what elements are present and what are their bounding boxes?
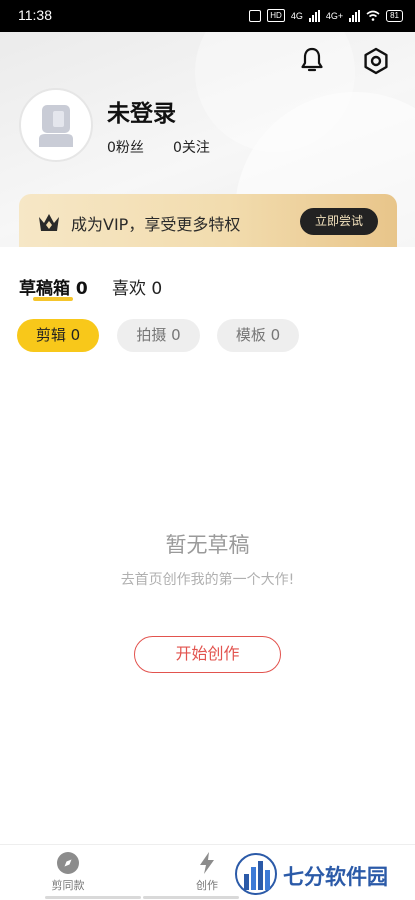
- avatar[interactable]: [19, 88, 93, 162]
- status-icons: HD 4G 4G+ 81: [249, 9, 403, 22]
- status-time: 11:38: [18, 7, 52, 23]
- vip-banner[interactable]: 成为VIP，享受更多特权 立即尝试: [19, 194, 397, 248]
- watermark-text: 七分软件园: [283, 865, 388, 889]
- tab-likes[interactable]: 喜欢 0: [112, 274, 162, 299]
- lightning-icon: [200, 852, 214, 874]
- chip-template[interactable]: 模板 0: [217, 319, 299, 352]
- compass-icon: [57, 852, 79, 874]
- vibrate-icon: [249, 9, 262, 22]
- watermark: 七分软件园: [232, 850, 415, 900]
- bell-icon[interactable]: [297, 45, 327, 75]
- username[interactable]: 未登录: [107, 94, 176, 128]
- network-label-2: 4G+: [325, 10, 344, 21]
- signal-icon: [308, 9, 320, 22]
- nav-indicator-2: [143, 896, 239, 899]
- chip-shoot[interactable]: 拍摄 0: [117, 319, 200, 352]
- settings-icon[interactable]: [360, 45, 392, 77]
- fans-count[interactable]: 0粉丝: [107, 137, 144, 157]
- empty-state-title: 暂无草稿: [165, 533, 250, 557]
- battery-icon: 81: [386, 9, 403, 22]
- chip-edit[interactable]: 剪辑 0: [17, 319, 99, 352]
- following-count[interactable]: 0关注: [173, 137, 210, 157]
- hd-badge: HD: [267, 9, 285, 22]
- signal-icon-2: [349, 9, 361, 22]
- nav-indicator: [45, 896, 141, 899]
- default-avatar-icon: [39, 105, 73, 147]
- vip-try-button[interactable]: 立即尝试: [300, 208, 378, 235]
- tab-drafts[interactable]: 草稿箱 0: [19, 274, 88, 299]
- watermark-logo-icon: [235, 853, 277, 895]
- empty-state-subtitle: 去首页创作我的第一个大作!: [120, 572, 295, 588]
- nav-same-style[interactable]: 剪同款: [23, 851, 113, 893]
- status-bar: 11:38 HD 4G 4G+ 81: [0, 0, 415, 32]
- tab-active-indicator: [33, 297, 73, 301]
- nav-label: 创作: [196, 879, 218, 892]
- vip-text: 成为VIP，享受更多特权: [71, 215, 241, 234]
- main-content: 草稿箱 0 喜欢 0 剪辑 0 拍摄 0 模板 0 暂无草稿 去首页创作我的第一…: [0, 247, 415, 844]
- start-create-button[interactable]: 开始创作: [134, 636, 281, 673]
- crown-icon: [39, 214, 59, 231]
- nav-label: 剪同款: [51, 879, 85, 892]
- network-label-1: 4G: [290, 10, 303, 21]
- wifi-icon: [366, 10, 380, 21]
